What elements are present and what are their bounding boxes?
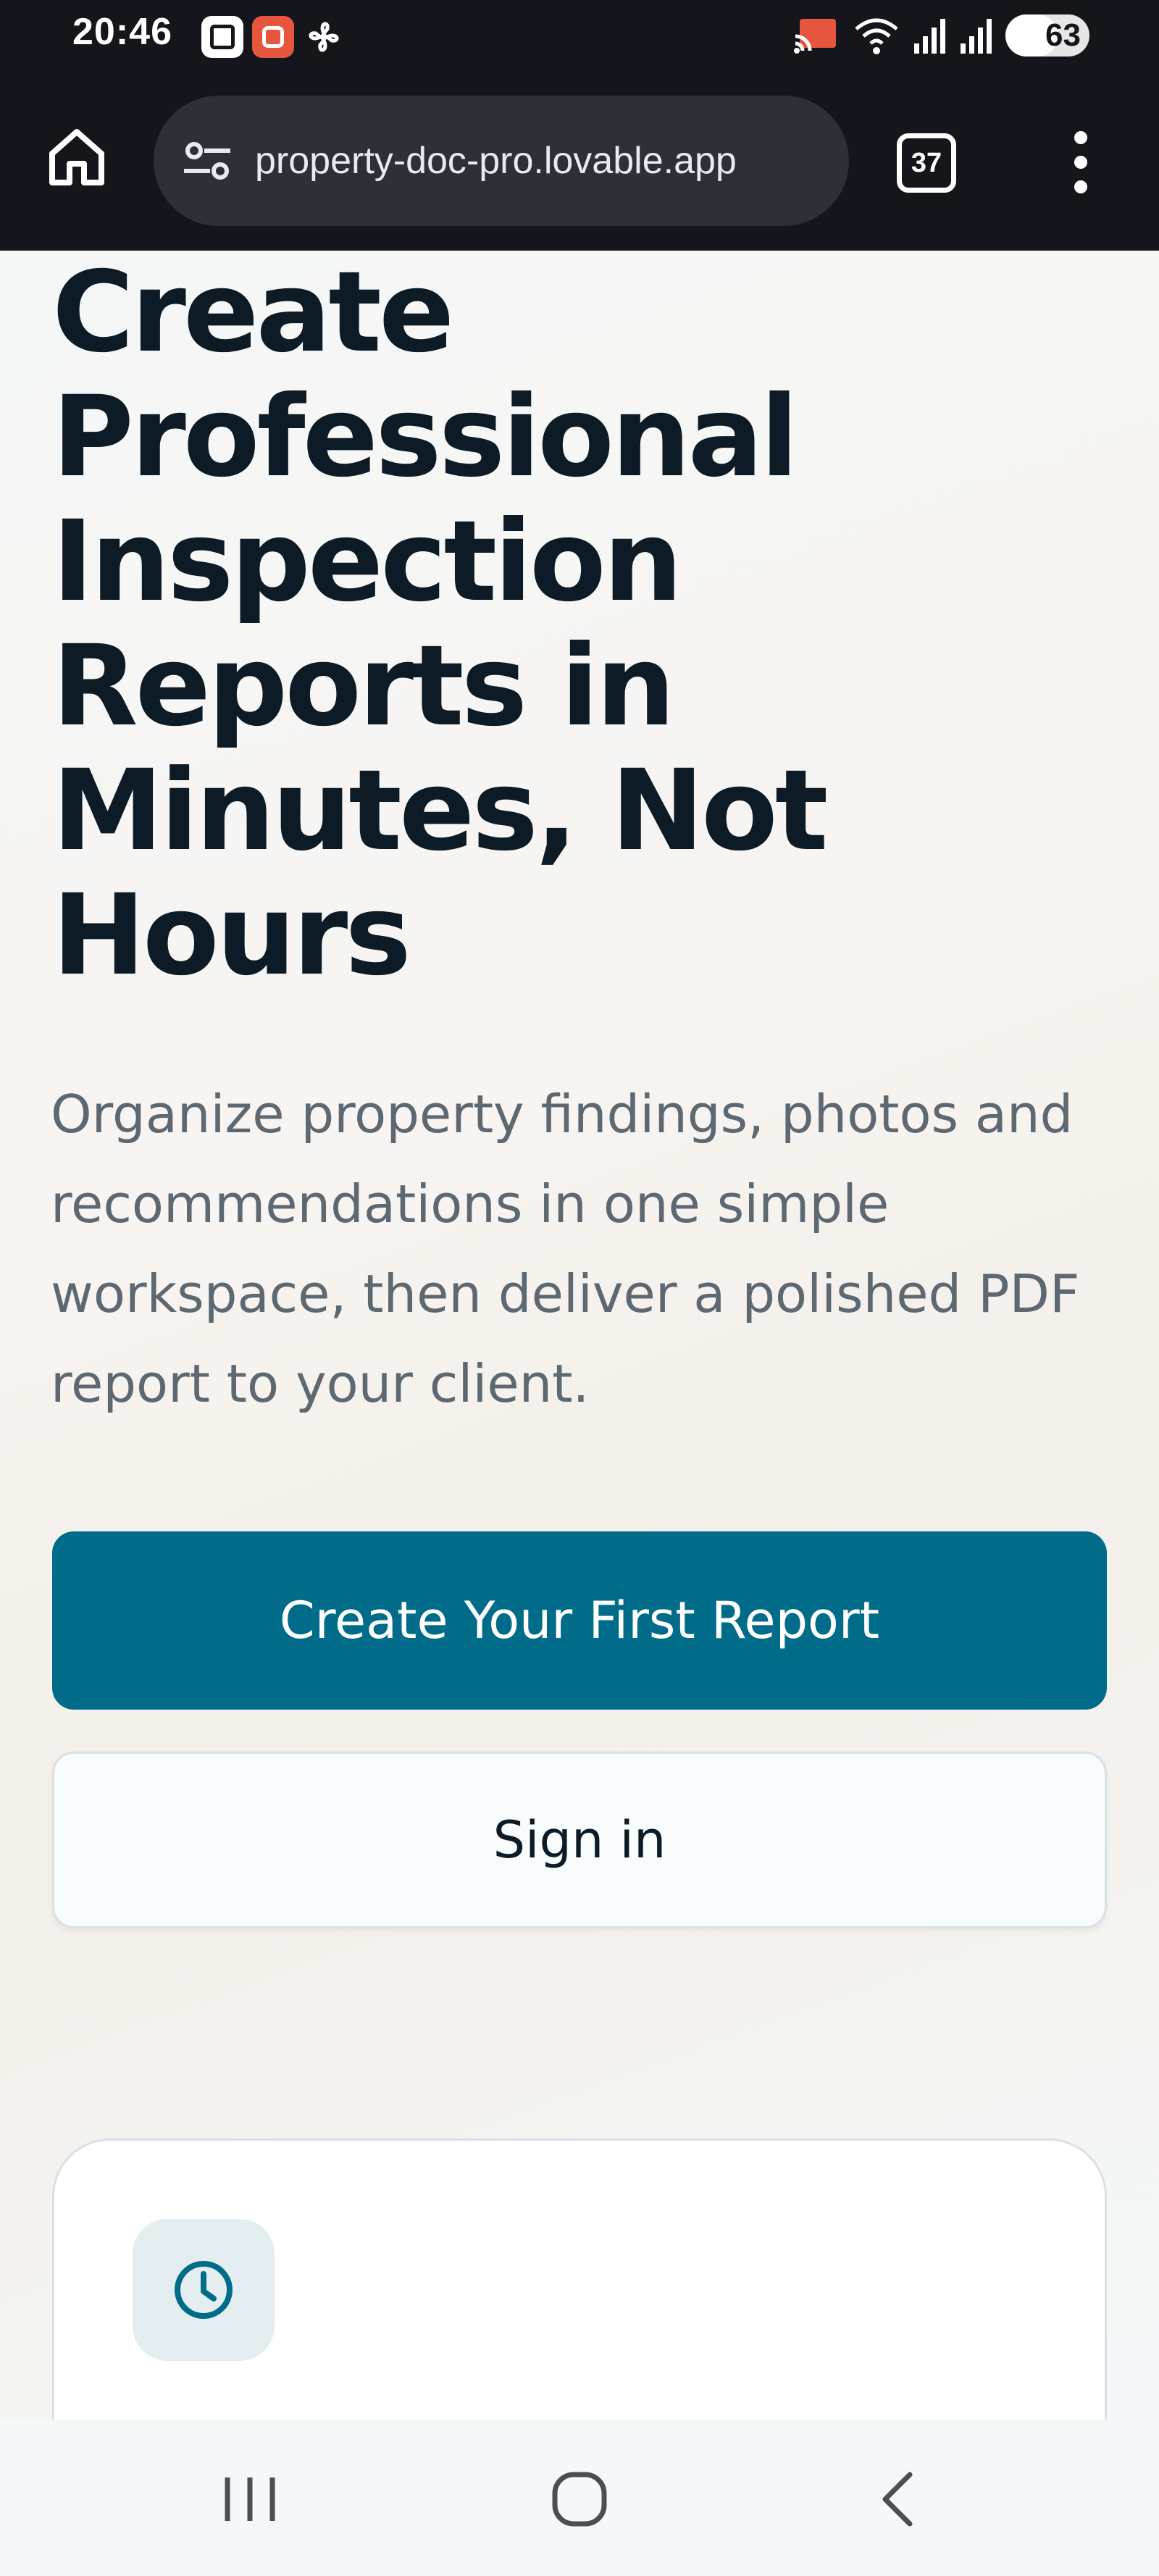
clock-icon — [175, 2261, 233, 2319]
system-icons: 63 — [792, 14, 1089, 57]
back-icon[interactable] — [869, 2463, 927, 2535]
recent-apps-icon[interactable] — [217, 2463, 283, 2535]
hero-title: Create Professional Inspection Reports i… — [52, 251, 828, 1000]
feature-card — [52, 2138, 1107, 2420]
battery-percent: 63 — [1045, 17, 1081, 53]
signal-icon — [914, 19, 945, 54]
fan-notification-icon — [303, 16, 345, 58]
more-options-icon[interactable] — [1065, 126, 1097, 198]
cast-icon — [794, 19, 836, 54]
browser-toolbar: property-doc-pro.lovable.app 37 — [0, 75, 1159, 251]
wifi-icon — [855, 18, 898, 54]
address-bar[interactable]: property-doc-pro.lovable.app — [154, 96, 849, 226]
signal-icon — [961, 19, 992, 54]
status-time: 20:46 — [72, 11, 172, 53]
notification-icons — [201, 16, 345, 58]
home-nav-icon[interactable] — [543, 2463, 616, 2535]
home-icon[interactable] — [45, 125, 109, 188]
app-notification-icon — [252, 16, 294, 58]
tab-switcher-button[interactable]: 37 — [897, 133, 956, 193]
battery-icon: 63 — [1005, 14, 1089, 57]
create-first-report-button[interactable]: Create Your First Report — [52, 1531, 1107, 1710]
url-text[interactable]: property-doc-pro.lovable.app — [255, 139, 737, 183]
web-page: Create Professional Inspection Reports i… — [0, 251, 1159, 2420]
status-bar: 20:46 63 — [0, 0, 1159, 75]
hero-subtitle: Organize property findings, photos and r… — [51, 1084, 1080, 1414]
sign-in-button[interactable]: Sign in — [52, 1752, 1107, 1928]
gallery-notification-icon — [201, 16, 243, 58]
feature-icon-badge — [133, 2219, 275, 2361]
site-settings-icon[interactable] — [180, 133, 235, 188]
system-navigation-bar — [0, 2420, 1159, 2576]
